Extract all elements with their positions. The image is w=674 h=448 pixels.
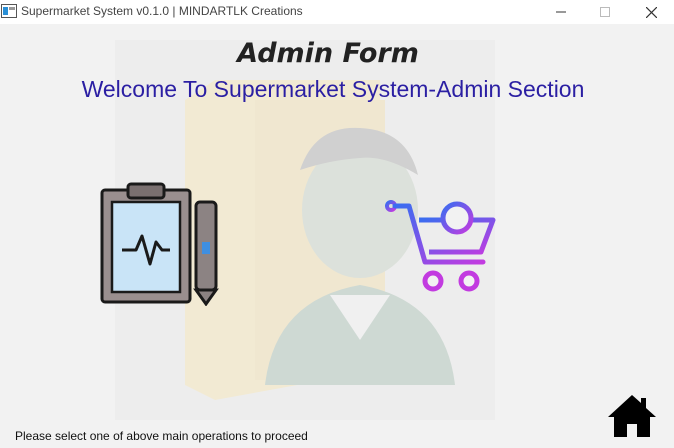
admin-reports-button[interactable]	[96, 180, 226, 307]
status-message: Please select one of above main operatio…	[15, 429, 308, 443]
close-icon	[645, 6, 657, 18]
admin-form-panel: Admin Form Welcome To Supermarket System…	[0, 24, 674, 448]
maximize-icon	[600, 7, 610, 17]
page-title: Admin Form	[237, 38, 419, 69]
minimize-button[interactable]	[538, 0, 584, 24]
home-icon	[608, 395, 656, 437]
close-button[interactable]	[628, 0, 674, 24]
add-to-cart-button[interactable]	[385, 194, 501, 298]
page-subtitle: Welcome To Supermarket System-Admin Sect…	[81, 76, 585, 102]
home-button[interactable]	[606, 393, 658, 439]
window-titlebar: Supermarket System v0.1.0 | MINDARTLK Cr…	[0, 0, 674, 24]
app-icon	[1, 4, 17, 18]
maximize-button[interactable]	[582, 0, 628, 24]
minimize-icon	[556, 11, 566, 13]
clipboard-pen-icon	[100, 182, 219, 307]
window-title: Supermarket System v0.1.0 | MINDARTLK Cr…	[21, 4, 303, 18]
add-to-cart-icon	[385, 200, 496, 292]
